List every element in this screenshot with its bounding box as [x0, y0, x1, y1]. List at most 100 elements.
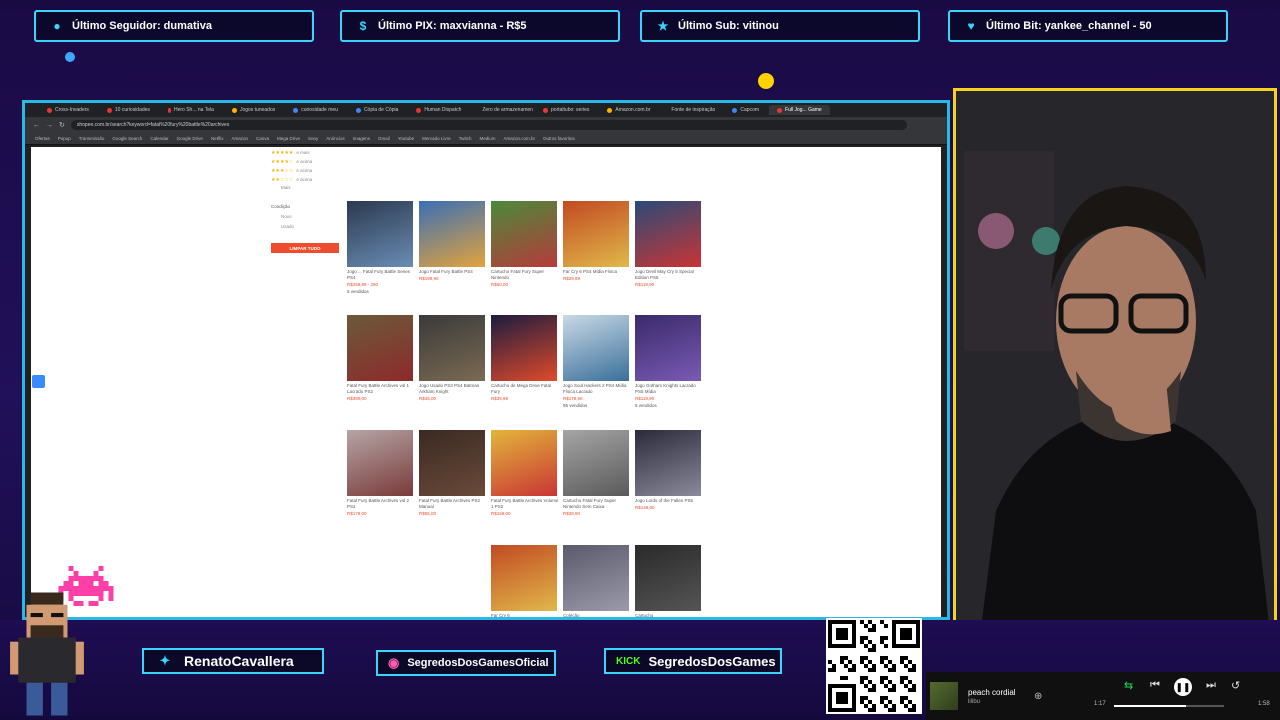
browser-tab[interactable]: Hero Sh... na Tela: [160, 105, 222, 115]
add-icon[interactable]: ⊕: [1034, 691, 1042, 702]
bookmark-item[interactable]: Google Drive: [177, 136, 203, 141]
product-card[interactable]: Fatal Fury Battle Archives vol 1 Lacrado…: [347, 315, 417, 403]
side-widget-icon[interactable]: [32, 375, 45, 388]
browser-tab[interactable]: Amazon.com.br: [599, 105, 658, 115]
product-thumbnail[interactable]: [635, 430, 701, 496]
pause-button[interactable]: ❚❚: [1174, 678, 1192, 696]
rating-filter-option[interactable]: ★★★★★ e mais: [271, 150, 341, 156]
repeat-icon[interactable]: ↺: [1231, 679, 1240, 692]
product-thumbnail[interactable]: [563, 201, 629, 267]
tab-favicon-icon: [106, 107, 112, 113]
bookmark-item[interactable]: Medium: [479, 136, 495, 141]
bookmark-item[interactable]: Amazon: [231, 136, 248, 141]
product-price: R$179,00: [347, 511, 367, 516]
product-card[interactable]: Jogo Fatal Fury Battle PS4 R$199,90: [419, 201, 489, 283]
product-card[interactable]: Jogo Gotham Knights Lacrado PS5 Mídia R$1…: [635, 315, 705, 409]
alert-label: Último Sub: vitinou: [678, 20, 779, 32]
product-card[interactable]: Jogo Usado PS3 PS4 Batman Arkham Knight R…: [419, 315, 489, 403]
product-card[interactable]: Far Cry 6: [491, 545, 561, 617]
bookmark-item[interactable]: Transmissão: [79, 136, 105, 141]
condition-option-new[interactable]: Novo: [281, 214, 341, 219]
rating-filter-option[interactable]: ★★★★☆ e acima: [271, 159, 341, 165]
bookmark-item[interactable]: Anúncios: [326, 136, 345, 141]
product-thumbnail[interactable]: [635, 545, 701, 611]
browser-tab[interactable]: 10 curiosidades: [99, 105, 158, 115]
bookmark-item[interactable]: Google Search: [112, 136, 142, 141]
clear-filters-button[interactable]: LIMPAR TUDO: [271, 243, 339, 253]
bookmark-item[interactable]: Gmail: [378, 136, 390, 141]
product-card[interactable]: Cartucho Fatal Fury Super Nintendo Sem C…: [563, 430, 633, 518]
heart-gem-icon: ♥: [967, 19, 975, 33]
product-thumbnail[interactable]: [491, 430, 557, 496]
browser-tab[interactable]: Cópia de Cópia: [348, 105, 406, 115]
product-thumbnail[interactable]: [347, 315, 413, 381]
product-card[interactable]: Jogo ... Fatal Fury Battle Series PS4 R$2…: [347, 201, 417, 295]
bookmark-item[interactable]: Ofertas: [35, 136, 50, 141]
bookmark-item[interactable]: Imagens: [353, 136, 370, 141]
product-thumbnail[interactable]: [491, 201, 557, 267]
tab-favicon-icon: [293, 107, 299, 113]
product-title: Jogo ... Fatal Fury Battle Series PS4: [347, 269, 411, 280]
product-title: Jogo Lords of the Fallen PS5: [635, 498, 694, 503]
bookmark-item[interactable]: Netflix: [211, 136, 224, 141]
product-thumbnail[interactable]: [419, 315, 485, 381]
back-icon[interactable]: ←: [33, 122, 40, 129]
browser-tab-label: portaltubo: series: [551, 107, 590, 113]
product-thumbnail[interactable]: [347, 430, 413, 496]
browser-tab[interactable]: Fonte de inspiração: [660, 105, 722, 115]
bookmark-item[interactable]: Outros favoritos: [543, 136, 575, 141]
bookmark-item[interactable]: Amazon.com.br: [503, 136, 535, 141]
product-card[interactable]: Cartucho: [635, 545, 705, 617]
condition-option-used[interactable]: Usado: [281, 224, 341, 229]
product-card[interactable]: Cartucho de Mega Drive Fatal Fury R$39,99: [491, 315, 561, 403]
browser-tab[interactable]: Human Dispatch: [408, 105, 469, 115]
product-card[interactable]: Cartucho Fatal Fury Super Nintendo R$60,0…: [491, 201, 561, 289]
bookmark-item[interactable]: Calendar: [150, 136, 168, 141]
forward-icon[interactable]: →: [46, 122, 53, 129]
product-thumbnail[interactable]: [563, 545, 629, 611]
product-thumbnail[interactable]: [347, 201, 413, 267]
browser-tab[interactable]: portaltubo: series: [535, 105, 597, 115]
next-icon[interactable]: ⏭: [1206, 679, 1216, 692]
product-card[interactable]: Coleção: [563, 545, 633, 617]
product-card[interactable]: Fatal Fury Battle Archives vol 2 PS2 R$17…: [347, 430, 417, 518]
product-card[interactable]: Fatal Fury Battle Archives PS2 Manual R$5…: [419, 430, 489, 518]
rating-filter-option[interactable]: ★★★☆☆ e acima: [271, 168, 341, 174]
product-thumbnail[interactable]: [563, 430, 629, 496]
product-thumbnail[interactable]: [419, 430, 485, 496]
bookmark-item[interactable]: Youtube: [398, 136, 414, 141]
product-title: Jogo Soul Hackers 2 PS4 Mídia Física Lac…: [563, 383, 627, 394]
rating-more-link[interactable]: Mais: [281, 185, 341, 190]
bookmark-item[interactable]: Canva: [256, 136, 269, 141]
address-bar[interactable]: shopee.com.br/search?keyword=fatal%20fur…: [70, 120, 907, 130]
product-thumbnail[interactable]: [635, 315, 701, 381]
browser-tab[interactable]: Zero de armazenamento: [471, 105, 533, 115]
last-sub-alert: ★ Último Sub: vitinou: [640, 10, 920, 42]
product-thumbnail[interactable]: [563, 315, 629, 381]
product-card[interactable]: Jogo Lords of the Fallen PS5 R$149,90: [635, 430, 705, 512]
seek-bar[interactable]: [1114, 705, 1224, 707]
bookmark-item[interactable]: Popup: [58, 136, 71, 141]
kick-handle: KICK SegredosDosGames: [604, 648, 782, 674]
browser-tab[interactable]: curiosidade meu: [285, 105, 346, 115]
shuffle-icon[interactable]: ⇆: [1124, 679, 1133, 692]
previous-icon[interactable]: ⏮: [1150, 679, 1160, 692]
rating-filter-option[interactable]: ★★☆☆☆ e acima: [271, 177, 341, 183]
browser-tab[interactable]: Full Jog... Game: [769, 105, 830, 115]
browser-tab[interactable]: Capcom: [724, 105, 767, 115]
bookmark-item[interactable]: Mega Drive: [277, 136, 300, 141]
bookmark-item[interactable]: Sony: [308, 136, 318, 141]
browser-tab[interactable]: Cross-Invaders: [39, 105, 97, 115]
bookmark-item[interactable]: Twitch: [459, 136, 472, 141]
product-thumbnail[interactable]: [635, 201, 701, 267]
product-card[interactable]: Far Cry 6 PS4 Mídia Física R$29,99: [563, 201, 633, 283]
product-card[interactable]: Fatal Fury Battle Archives Volume 1 PS2 R…: [491, 430, 561, 518]
reload-icon[interactable]: ↻: [59, 121, 65, 129]
product-thumbnail[interactable]: [491, 545, 557, 611]
product-thumbnail[interactable]: [491, 315, 557, 381]
browser-tab[interactable]: Jogos tuneados: [224, 105, 283, 115]
product-thumbnail[interactable]: [419, 201, 485, 267]
product-card[interactable]: Jogo Devil May Cry 5 Special Edition PS5…: [635, 201, 705, 289]
bookmark-item[interactable]: Mercado Livre: [422, 136, 451, 141]
product-card[interactable]: Jogo Soul Hackers 2 PS4 Mídia Física Lac…: [563, 315, 633, 409]
